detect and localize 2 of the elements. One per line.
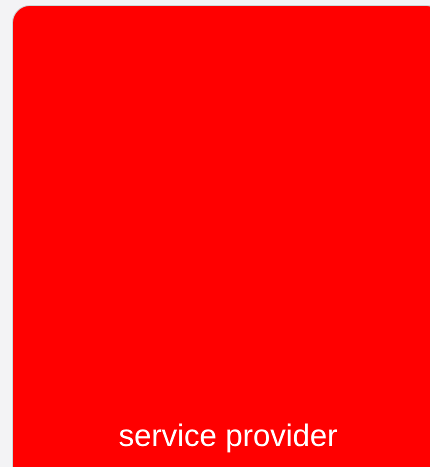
tile-label: service provider (118, 416, 338, 454)
service-tile[interactable]: service provider (12, 5, 430, 467)
